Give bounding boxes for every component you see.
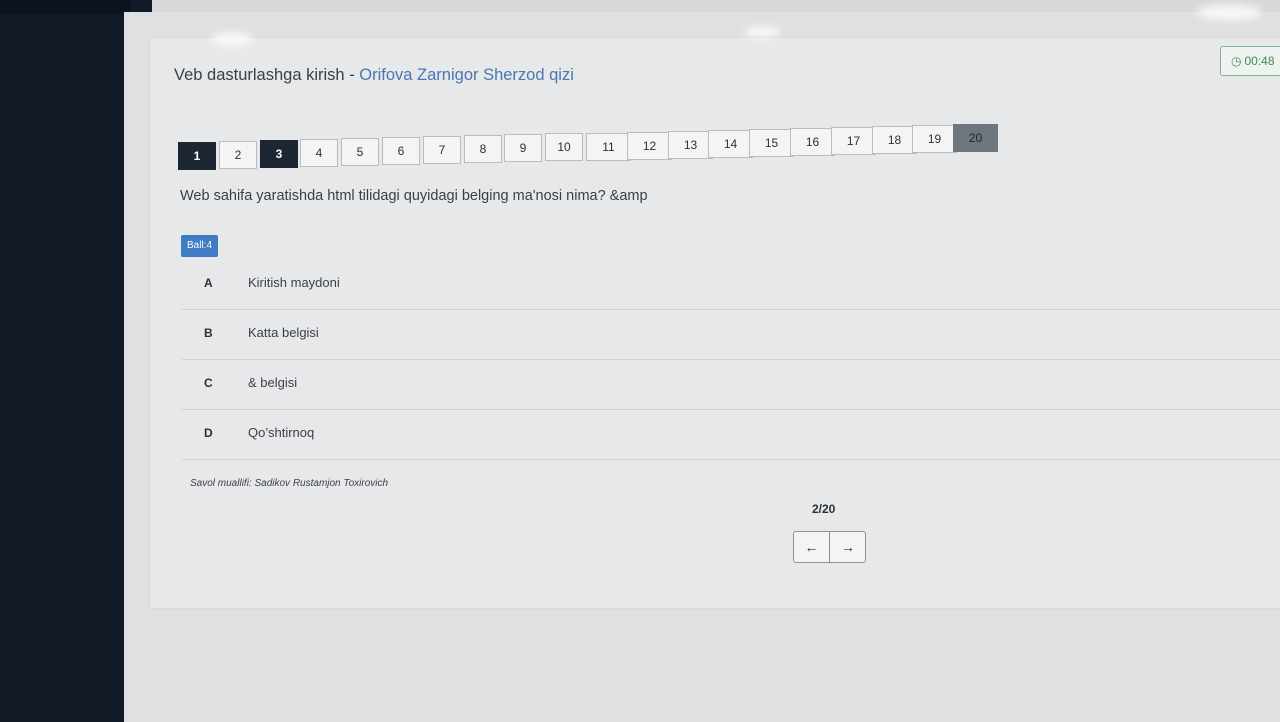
question-button-10[interactable]: 10 <box>545 133 583 161</box>
screen-glare <box>1196 4 1262 20</box>
monitor-bezel-top <box>0 0 130 14</box>
clock-icon: ◷ <box>1231 54 1242 68</box>
question-button-12[interactable]: 12 <box>627 132 672 160</box>
question-button-5[interactable]: 5 <box>341 138 379 166</box>
option-letter: D <box>204 426 213 440</box>
option-text: Qo’shtirnoq <box>248 425 315 440</box>
option-c[interactable]: C & belgisi <box>182 362 1280 410</box>
question-counter: 2/20 <box>812 502 836 516</box>
question-button-11[interactable]: 11 <box>586 133 631 161</box>
question-button-3[interactable]: 3 <box>260 140 298 168</box>
question-button-14[interactable]: 14 <box>708 130 753 158</box>
option-text: & belgisi <box>248 375 298 390</box>
question-button-9[interactable]: 9 <box>504 134 542 162</box>
arrow-right-icon[interactable]: → <box>830 532 866 562</box>
question-button-13[interactable]: 13 <box>668 131 713 159</box>
pagination: ← → <box>793 531 866 563</box>
question-button-15[interactable]: 15 <box>749 129 794 157</box>
page-title: Veb dasturlashga kirish - Orifova Zarnig… <box>174 66 574 85</box>
question-button-8[interactable]: 8 <box>464 135 502 163</box>
title-separator: - <box>344 66 360 84</box>
question-button-6[interactable]: 6 <box>382 137 420 165</box>
student-name: Orifova Zarnigor Sherzod qizi <box>359 66 574 84</box>
question-button-19[interactable]: 19 <box>912 125 957 153</box>
question-button-1[interactable]: 1 <box>178 142 216 170</box>
question-button-17[interactable]: 17 <box>831 127 876 155</box>
arrow-left-icon[interactable]: ← <box>794 532 830 562</box>
option-text: Kiritish maydoni <box>248 275 340 290</box>
option-letter: A <box>204 276 213 290</box>
question-button-18[interactable]: 18 <box>872 126 917 154</box>
question-button-20[interactable]: 20 <box>953 124 998 152</box>
option-letter: C <box>204 376 213 390</box>
question-button-2[interactable]: 2 <box>219 141 257 169</box>
course-name: Veb dasturlashga kirish <box>174 66 345 84</box>
option-b[interactable]: B Katta belgisi <box>182 312 1280 360</box>
option-text: Katta belgisi <box>248 325 319 340</box>
question-button-4[interactable]: 4 <box>300 139 338 167</box>
timer-badge: ◷ 00:48 <box>1220 46 1280 76</box>
screen-glare <box>210 32 254 46</box>
question-navigation: 1 2 3 4 5 6 7 8 9 10 11 12 13 14 15 16 17 18 19 20 <box>178 120 1026 172</box>
score-badge: Ball:4 <box>181 235 219 257</box>
question-text: Web sahifa yaratishda html tilidagi quyi… <box>180 188 648 204</box>
option-d[interactable]: D Qo’shtirnoq <box>182 412 1280 460</box>
question-author: Savol muallifi: Sadikov Rustamjon Toxiro… <box>190 478 389 489</box>
option-a[interactable]: A Kiritish maydoni <box>182 262 1280 310</box>
screen-glare <box>744 26 780 38</box>
question-button-16[interactable]: 16 <box>790 128 835 156</box>
option-letter: B <box>204 326 213 340</box>
question-button-7[interactable]: 7 <box>423 136 461 164</box>
timer-value: 00:48 <box>1244 54 1275 68</box>
